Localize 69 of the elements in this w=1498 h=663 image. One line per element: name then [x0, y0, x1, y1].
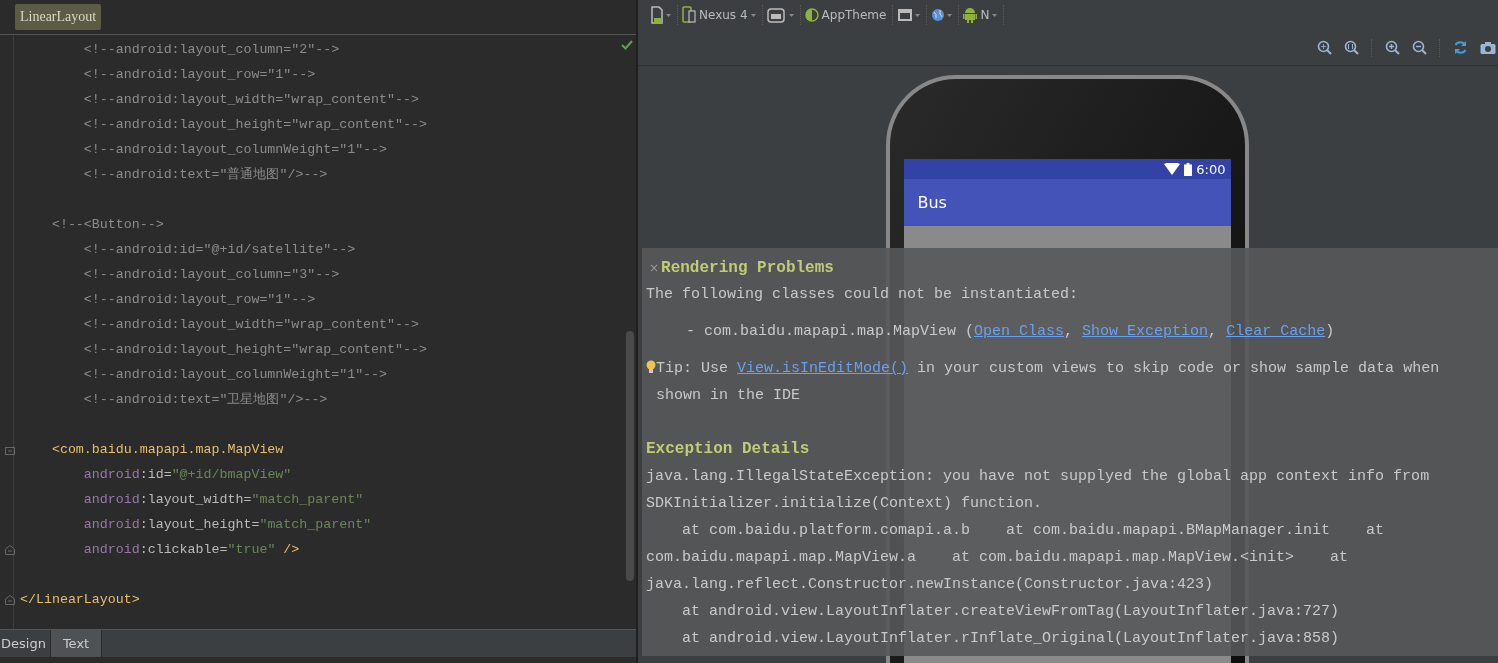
- status-time: 6:00: [1196, 161, 1226, 177]
- caret-icon: [992, 12, 998, 18]
- wifi-icon: [1164, 163, 1181, 175]
- code-line: <!--android:layout_height="wrap_content"-->: [82, 342, 427, 357]
- app-title: Bus: [917, 193, 947, 212]
- window-icon[interactable]: [897, 8, 914, 22]
- breadcrumb[interactable]: LinearLayout: [15, 4, 102, 30]
- android-robot-icon: [963, 7, 978, 23]
- code-line: <!--android:text="卫星地图"/>-->: [82, 392, 328, 407]
- caret-icon: [666, 12, 671, 18]
- tablet-icon[interactable]: [766, 7, 787, 23]
- link[interactable]: Show Exception: [1082, 323, 1209, 340]
- code-line: <!--android:id="@+id/satellite"-->: [82, 242, 356, 257]
- scrollbar[interactable]: [626, 331, 634, 581]
- code-line: <!--android:layout_columnWeight="1"-->: [82, 367, 388, 382]
- code-line: <!--android:layout_row="1"-->: [82, 292, 316, 307]
- code-line: android:clickable="true" />: [82, 542, 300, 557]
- panel-heading: Rendering Problems: [661, 258, 834, 277]
- globe-icon[interactable]: [931, 8, 946, 22]
- message-text: Tip: Use View.isInEditMode() in your custom views to skip code or show sample data when shown in the IDE: [656, 359, 1441, 406]
- caret-icon: [750, 12, 756, 18]
- code-line: <!--android:layout_column="2"-->: [82, 42, 340, 57]
- code-line: <!--android:layout_height="wrap_content"-->: [82, 117, 427, 132]
- editor-tab[interactable]: Design: [0, 630, 51, 657]
- message-text: - com.baidu.mapapi.map.MapView (Open Class, Show Exception, Clear Cache): [686, 322, 1335, 342]
- zoom-fit-icon[interactable]: [1317, 40, 1332, 55]
- code-line: <!--<Button-->: [50, 217, 164, 232]
- zoom-out-icon[interactable]: [1412, 40, 1427, 55]
- section-heading: Exception Details: [646, 439, 811, 460]
- phone-icon: [682, 6, 696, 24]
- link[interactable]: Clear Cache: [1226, 323, 1326, 340]
- stack-trace-line: at android.view.LayoutInflater.createViewFromTag(LayoutInflater.java:727): [681, 602, 1341, 622]
- camera-icon[interactable]: [1480, 40, 1496, 55]
- code-line: <!--android:layout_columnWeight="1"-->: [82, 142, 388, 157]
- api-dropdown[interactable]: N: [963, 7, 998, 23]
- lightbulb-icon: [646, 360, 656, 376]
- stack-trace-line: at android.view.LayoutInflater.rInflate_Original(LayoutInflater.java:858): [681, 629, 1341, 649]
- refresh-icon[interactable]: [1453, 40, 1468, 55]
- zoom-in-icon[interactable]: [1385, 40, 1400, 55]
- stack-trace-line: SDKInitializer.initialize(Context) function.: [646, 494, 1044, 514]
- code-line: <!--android:layout_column="3"-->: [82, 267, 340, 282]
- caret-icon: [915, 12, 921, 18]
- battery-icon: [1184, 162, 1193, 176]
- code-line: <!--android:layout_width="wrap_content"-->: [82, 317, 419, 332]
- caret-icon: [947, 12, 953, 18]
- stack-trace-line: at com.baidu.platform.comapi.a.b at com.baidu.mapapi.BMapManager.init at: [681, 521, 1386, 541]
- device-icon[interactable]: [650, 6, 664, 24]
- caret-icon: [788, 12, 794, 18]
- code-line: android:layout_height="match_parent": [82, 517, 372, 532]
- check-icon: [621, 39, 633, 51]
- editor-tab[interactable]: Text: [50, 630, 103, 657]
- theme-dropdown[interactable]: AppTheme: [804, 8, 887, 22]
- code-line: <!--android:layout_row="1"-->: [82, 67, 316, 82]
- message-text: The following classes could not be instantiated:: [646, 285, 1079, 305]
- code-line: <!--android:text="普通地图"/>-->: [82, 167, 328, 182]
- stack-trace-line: java.lang.reflect.Constructor.newInstance(Constructor.java:423): [646, 575, 1215, 595]
- link[interactable]: Open Class: [974, 323, 1065, 340]
- close-button[interactable]: ×: [646, 260, 660, 275]
- code-line: <com.baidu.mapapi.map.MapView: [50, 442, 284, 457]
- stack-trace-line: com.baidu.mapapi.map.MapView.a at com.baidu.mapapi.map.MapView.<init> at: [646, 548, 1350, 568]
- code-line: android:layout_width="match_parent": [82, 492, 364, 507]
- stack-trace-line: java.lang.IllegalStateException: you have not supplyed the global app context info from: [646, 467, 1431, 487]
- code-line: <!--android:layout_width="wrap_content"-->: [82, 92, 419, 107]
- device-dropdown[interactable]: Nexus 4: [682, 6, 756, 24]
- code-line: android:id="@+id/bmapView": [82, 467, 292, 482]
- link[interactable]: View.isInEditMode(): [737, 360, 909, 377]
- code-line: </LinearLayout>: [20, 592, 140, 607]
- circle-half-icon: [804, 8, 819, 22]
- zoom-actual-icon[interactable]: [1344, 40, 1359, 55]
